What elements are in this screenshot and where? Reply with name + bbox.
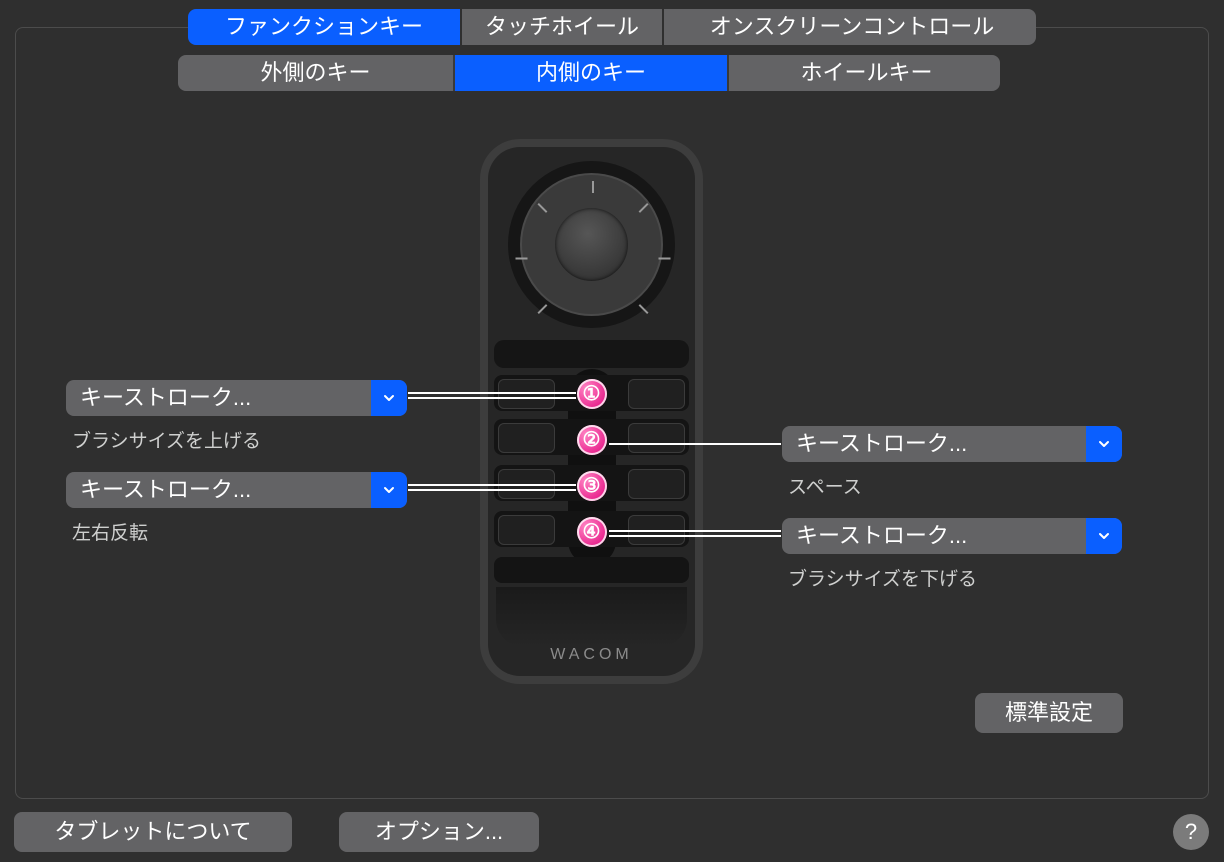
device-bottom bbox=[496, 587, 687, 647]
wheel-tick bbox=[537, 304, 547, 314]
key-row bbox=[494, 557, 689, 583]
device-brand-label: WACOM bbox=[488, 646, 695, 664]
chevron-down-icon bbox=[1086, 426, 1122, 462]
key1-action-label: キーストローク... bbox=[66, 380, 371, 416]
key2-action-label: キーストローク... bbox=[782, 426, 1086, 462]
side-key-right bbox=[628, 423, 685, 453]
side-key-left bbox=[498, 515, 555, 545]
key3-action-dropdown[interactable]: キーストローク... bbox=[66, 472, 407, 508]
tab-inner-keys[interactable]: 内側のキー bbox=[455, 55, 729, 91]
side-key-right bbox=[628, 469, 685, 499]
device-illustration: ① ② ③ ④ WACOM bbox=[480, 139, 703, 684]
tab-wheel-key[interactable]: ホイールキー bbox=[729, 55, 1000, 91]
touch-wheel-illustration bbox=[508, 161, 675, 328]
tab-onscreen-control[interactable]: オンスクリーンコントロール bbox=[664, 9, 1036, 45]
side-key-left bbox=[498, 423, 555, 453]
wheel-tick bbox=[537, 203, 547, 213]
about-tablet-button[interactable]: タブレットについて bbox=[14, 812, 292, 852]
chevron-down-icon bbox=[371, 380, 407, 416]
key3-action-label: キーストローク... bbox=[66, 472, 371, 508]
key1-action-sub: ブラシサイズを上げる bbox=[72, 426, 261, 453]
leader-line-2 bbox=[609, 443, 781, 445]
default-settings-button[interactable]: 標準設定 bbox=[975, 693, 1123, 733]
key4-action-label: キーストローク... bbox=[782, 518, 1086, 554]
leader-line-1 bbox=[408, 397, 576, 399]
chevron-down-icon bbox=[1086, 518, 1122, 554]
help-button[interactable]: ? bbox=[1173, 814, 1209, 850]
key4-action-sub: ブラシサイズを下げる bbox=[788, 564, 977, 591]
leader-line-3 bbox=[408, 489, 576, 491]
tab-function-key[interactable]: ファンクションキー bbox=[188, 9, 462, 45]
tab-touch-wheel[interactable]: タッチホイール bbox=[462, 9, 664, 45]
device-tray bbox=[494, 340, 689, 368]
key-indicator-3: ③ bbox=[577, 471, 607, 501]
sub-tabs: 外側のキー 内側のキー ホイールキー bbox=[178, 55, 1000, 91]
wheel-tick bbox=[638, 203, 648, 213]
key-indicator-1: ① bbox=[577, 379, 607, 409]
wheel-tick bbox=[658, 258, 670, 260]
key1-action-dropdown[interactable]: キーストローク... bbox=[66, 380, 407, 416]
main-tabs: ファンクションキー タッチホイール オンスクリーンコントロール bbox=[188, 9, 1036, 45]
chevron-down-icon bbox=[371, 472, 407, 508]
key3-action-sub: 左右反転 bbox=[72, 518, 148, 545]
key4-action-dropdown[interactable]: キーストローク... bbox=[782, 518, 1122, 554]
wheel-tick bbox=[592, 181, 594, 193]
side-key-right bbox=[628, 379, 685, 409]
wheel-tick bbox=[515, 258, 527, 260]
tab-outer-keys[interactable]: 外側のキー bbox=[178, 55, 455, 91]
leader-line-4 bbox=[609, 535, 781, 537]
key2-action-sub: スペース bbox=[788, 472, 862, 499]
side-key-left bbox=[498, 379, 555, 409]
key-indicator-4: ④ bbox=[577, 517, 607, 547]
key2-action-dropdown[interactable]: キーストローク... bbox=[782, 426, 1122, 462]
key-indicator-2: ② bbox=[577, 425, 607, 455]
wheel-tick bbox=[638, 304, 648, 314]
options-button[interactable]: オプション... bbox=[339, 812, 539, 852]
